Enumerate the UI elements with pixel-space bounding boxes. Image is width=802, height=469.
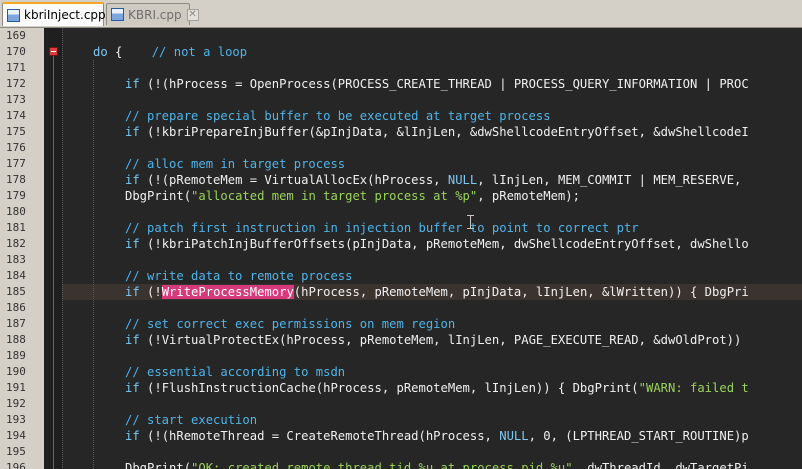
tab-bar: kbriInject.cpp ✕ KBRI.cpp ✕ (0, 0, 802, 28)
line-number: 188 (6, 333, 26, 346)
indent-guide (62, 28, 63, 469)
highlighted-word: WriteProcessMemory (161, 285, 294, 299)
code-comment[interactable]: // essential according to msdn (125, 364, 345, 380)
line-number: 177 (6, 157, 26, 170)
code-comment[interactable]: // set correct exec permissions on mem r… (125, 316, 455, 332)
line-number: 180 (6, 205, 26, 218)
code-line[interactable]: if (!(hProcess = OpenProcess(PROCESS_CRE… (125, 76, 749, 92)
tab-kbri[interactable]: KBRI.cpp ✕ (106, 3, 199, 25)
tab-label: kbriInject.cpp (24, 8, 106, 22)
line-number: 184 (6, 269, 26, 282)
code-comment[interactable]: // alloc mem in target process (125, 156, 345, 172)
line-number: 172 (6, 77, 26, 90)
line-number: 169 (6, 29, 26, 42)
line-number: 191 (6, 381, 26, 394)
code-line[interactable]: do { // not a loop (93, 44, 247, 60)
code-line[interactable]: if (!kbriPatchInjBufferOffsets(pInjData,… (125, 236, 749, 252)
line-number: 178 (6, 173, 26, 186)
code-comment[interactable]: // patch first instruction in injection … (125, 220, 639, 236)
line-number: 183 (6, 253, 26, 266)
line-number: 193 (6, 413, 26, 426)
text-cursor-icon (467, 215, 474, 229)
line-number: 171 (6, 61, 26, 74)
fold-collapse-icon[interactable] (49, 47, 58, 56)
line-number: 182 (6, 237, 26, 250)
code-line[interactable]: if (!WriteProcessMemory(hProcess, pRemot… (125, 284, 749, 300)
close-icon[interactable]: ✕ (186, 8, 199, 21)
line-number: 170 (6, 45, 26, 58)
line-number: 189 (6, 349, 26, 362)
code-comment[interactable]: // write data to remote process (125, 268, 352, 284)
code-comment[interactable]: // start execution (125, 412, 257, 428)
line-number: 175 (6, 125, 26, 138)
code-line[interactable]: if (!(pRemoteMem = VirtualAllocEx(hProce… (125, 172, 741, 188)
tab-label: KBRI.cpp (128, 7, 182, 22)
fold-range-line (53, 56, 54, 469)
code-line[interactable]: if (!kbriPrepareInjBuffer(&pInjData, &lI… (125, 124, 749, 140)
line-number: 192 (6, 397, 26, 410)
line-number: 195 (6, 445, 26, 458)
line-number: 179 (6, 189, 26, 202)
code-line[interactable]: DbgPrint("OK: created remote thread tid … (125, 460, 749, 469)
code-line[interactable]: if (!FlushInstructionCache(hProcess, pRe… (125, 380, 749, 396)
code-line[interactable]: DbgPrint("allocated mem in target proces… (125, 188, 580, 204)
line-number: 176 (6, 141, 26, 154)
code-comment[interactable]: // prepare special buffer to be executed… (125, 108, 551, 124)
code-line[interactable]: if (!VirtualProtectEx(hProcess, pRemoteM… (125, 332, 741, 348)
line-number: 190 (6, 365, 26, 378)
line-number: 174 (6, 109, 26, 122)
cpp-file-icon (111, 8, 124, 21)
code-editor[interactable]: 169 170 do { // not a loop 171 172 if (!(hPro… (0, 28, 802, 469)
line-number: 194 (6, 429, 26, 442)
line-number: 181 (6, 221, 26, 234)
indent-guide (93, 60, 94, 469)
line-number: 196 (6, 461, 26, 469)
cpp-file-icon (7, 8, 20, 22)
line-number: 173 (6, 93, 26, 106)
line-number: 185 (6, 285, 26, 298)
code-line[interactable]: if (!(hRemoteThread = CreateRemoteThread… (125, 428, 749, 444)
tab-kbriinject[interactable]: kbriInject.cpp ✕ (2, 2, 123, 26)
line-number: 187 (6, 317, 26, 330)
line-number: 186 (6, 301, 26, 314)
